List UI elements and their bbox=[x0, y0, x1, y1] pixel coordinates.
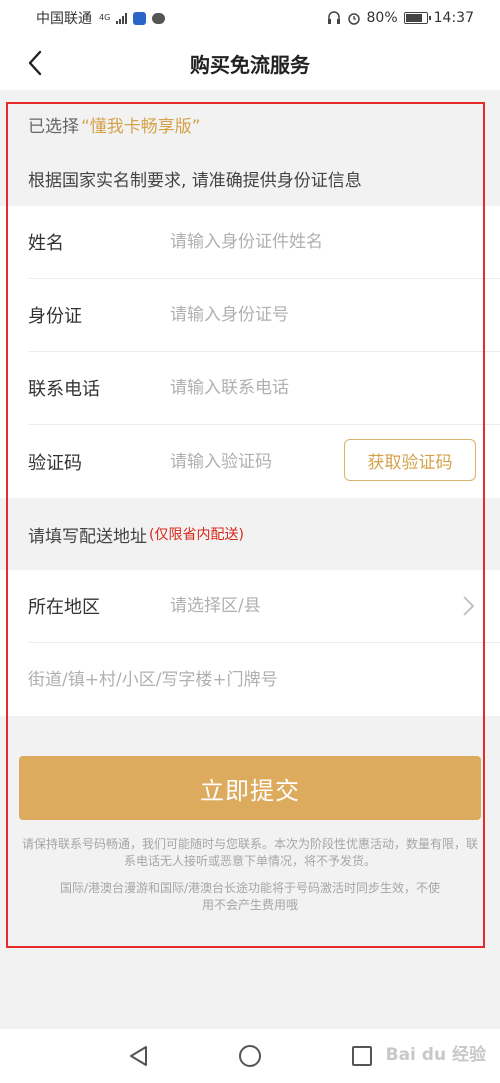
phone-label: 联系电话 bbox=[28, 379, 100, 400]
signal-icon bbox=[116, 12, 128, 24]
real-name-notice: 根据国家实名制要求, 请准确提供身份证信息 bbox=[28, 170, 362, 191]
phone-row: 联系电话 bbox=[28, 352, 500, 425]
battery-icon bbox=[403, 12, 431, 24]
circle-home-icon bbox=[239, 1045, 261, 1067]
get-code-button[interactable]: 获取验证码 bbox=[344, 439, 476, 481]
contact-tip: 请保持联系号码畅通，我们可能随时与您联系。本次为阶段性优惠活动，数量有限，联系电… bbox=[22, 837, 479, 868]
triangle-back-icon bbox=[130, 1046, 147, 1066]
battery-percent: 80% bbox=[366, 10, 398, 26]
street-row bbox=[28, 643, 500, 716]
clock: 14:37 bbox=[433, 10, 474, 26]
selected-prefix: 已选择 bbox=[28, 116, 79, 137]
id-card-input[interactable] bbox=[170, 305, 340, 325]
address-header: 请填写配送地址 (仅限省内配送) bbox=[0, 498, 500, 570]
square-recents-icon bbox=[352, 1046, 372, 1066]
phone-input[interactable] bbox=[170, 378, 340, 398]
order-form: 已选择 “懂我卡畅享版” 根据国家实名制要求, 请准确提供身份证信息 姓名 身份… bbox=[0, 98, 500, 716]
message-icon bbox=[152, 12, 166, 24]
navigation-bar: 购买免流服务 bbox=[0, 36, 500, 90]
watermark: Bai du 经验 bbox=[385, 1045, 486, 1065]
region-row[interactable]: 所在地区 bbox=[28, 570, 500, 643]
verification-code-input[interactable] bbox=[170, 451, 340, 472]
address-title: 请填写配送地址 bbox=[28, 526, 147, 547]
alarm-icon bbox=[347, 13, 360, 25]
submit-button[interactable]: 立即提交 bbox=[19, 756, 481, 820]
headset-icon bbox=[327, 11, 340, 24]
verification-code-row: 验证码 获取验证码 bbox=[28, 425, 500, 498]
chevron-left-icon bbox=[28, 50, 42, 76]
status-left: 中国联通 4G bbox=[36, 8, 166, 28]
street-address-input[interactable] bbox=[28, 669, 458, 690]
carrier-name: 中国联通 bbox=[36, 11, 92, 27]
status-bar: 中国联通 4G 80% 14:37 bbox=[0, 0, 500, 36]
back-button[interactable] bbox=[20, 46, 50, 80]
nav-back-button[interactable] bbox=[118, 1036, 158, 1076]
name-input[interactable] bbox=[170, 232, 340, 252]
id-card-row: 身份证 bbox=[28, 279, 500, 352]
network-type: 4G bbox=[99, 13, 111, 22]
region-label: 所在地区 bbox=[28, 597, 100, 618]
status-right: 80% 14:37 bbox=[327, 10, 474, 26]
order-tips: 请保持联系号码畅通，我们可能随时与您联系。本次为阶段性优惠活动，数量有限，联系电… bbox=[22, 836, 478, 914]
nav-home-button[interactable] bbox=[230, 1036, 270, 1076]
id-card-label: 身份证 bbox=[28, 306, 82, 327]
chevron-right-icon bbox=[463, 596, 475, 616]
name-row: 姓名 bbox=[28, 206, 500, 279]
verification-code-label: 验证码 bbox=[28, 452, 82, 474]
nav-recents-button[interactable] bbox=[342, 1036, 382, 1076]
identity-fields: 姓名 身份证 联系电话 验证码 获取验证码 bbox=[0, 206, 500, 498]
delivery-restriction-note: (仅限省内配送) bbox=[149, 527, 244, 543]
name-label: 姓名 bbox=[28, 233, 64, 254]
address-fields: 所在地区 bbox=[0, 570, 500, 716]
selected-plan: 已选择 “懂我卡畅享版” bbox=[0, 98, 500, 150]
page-title: 购买免流服务 bbox=[190, 52, 310, 77]
roaming-tip: 国际/港澳台漫游和国际/港澳台长途功能将于号码激活时同步生效，不使用不会产生费用… bbox=[59, 881, 441, 912]
selected-plan-name: “懂我卡畅享版” bbox=[81, 116, 201, 137]
shield-app-icon bbox=[133, 11, 147, 25]
region-select[interactable] bbox=[170, 596, 340, 616]
